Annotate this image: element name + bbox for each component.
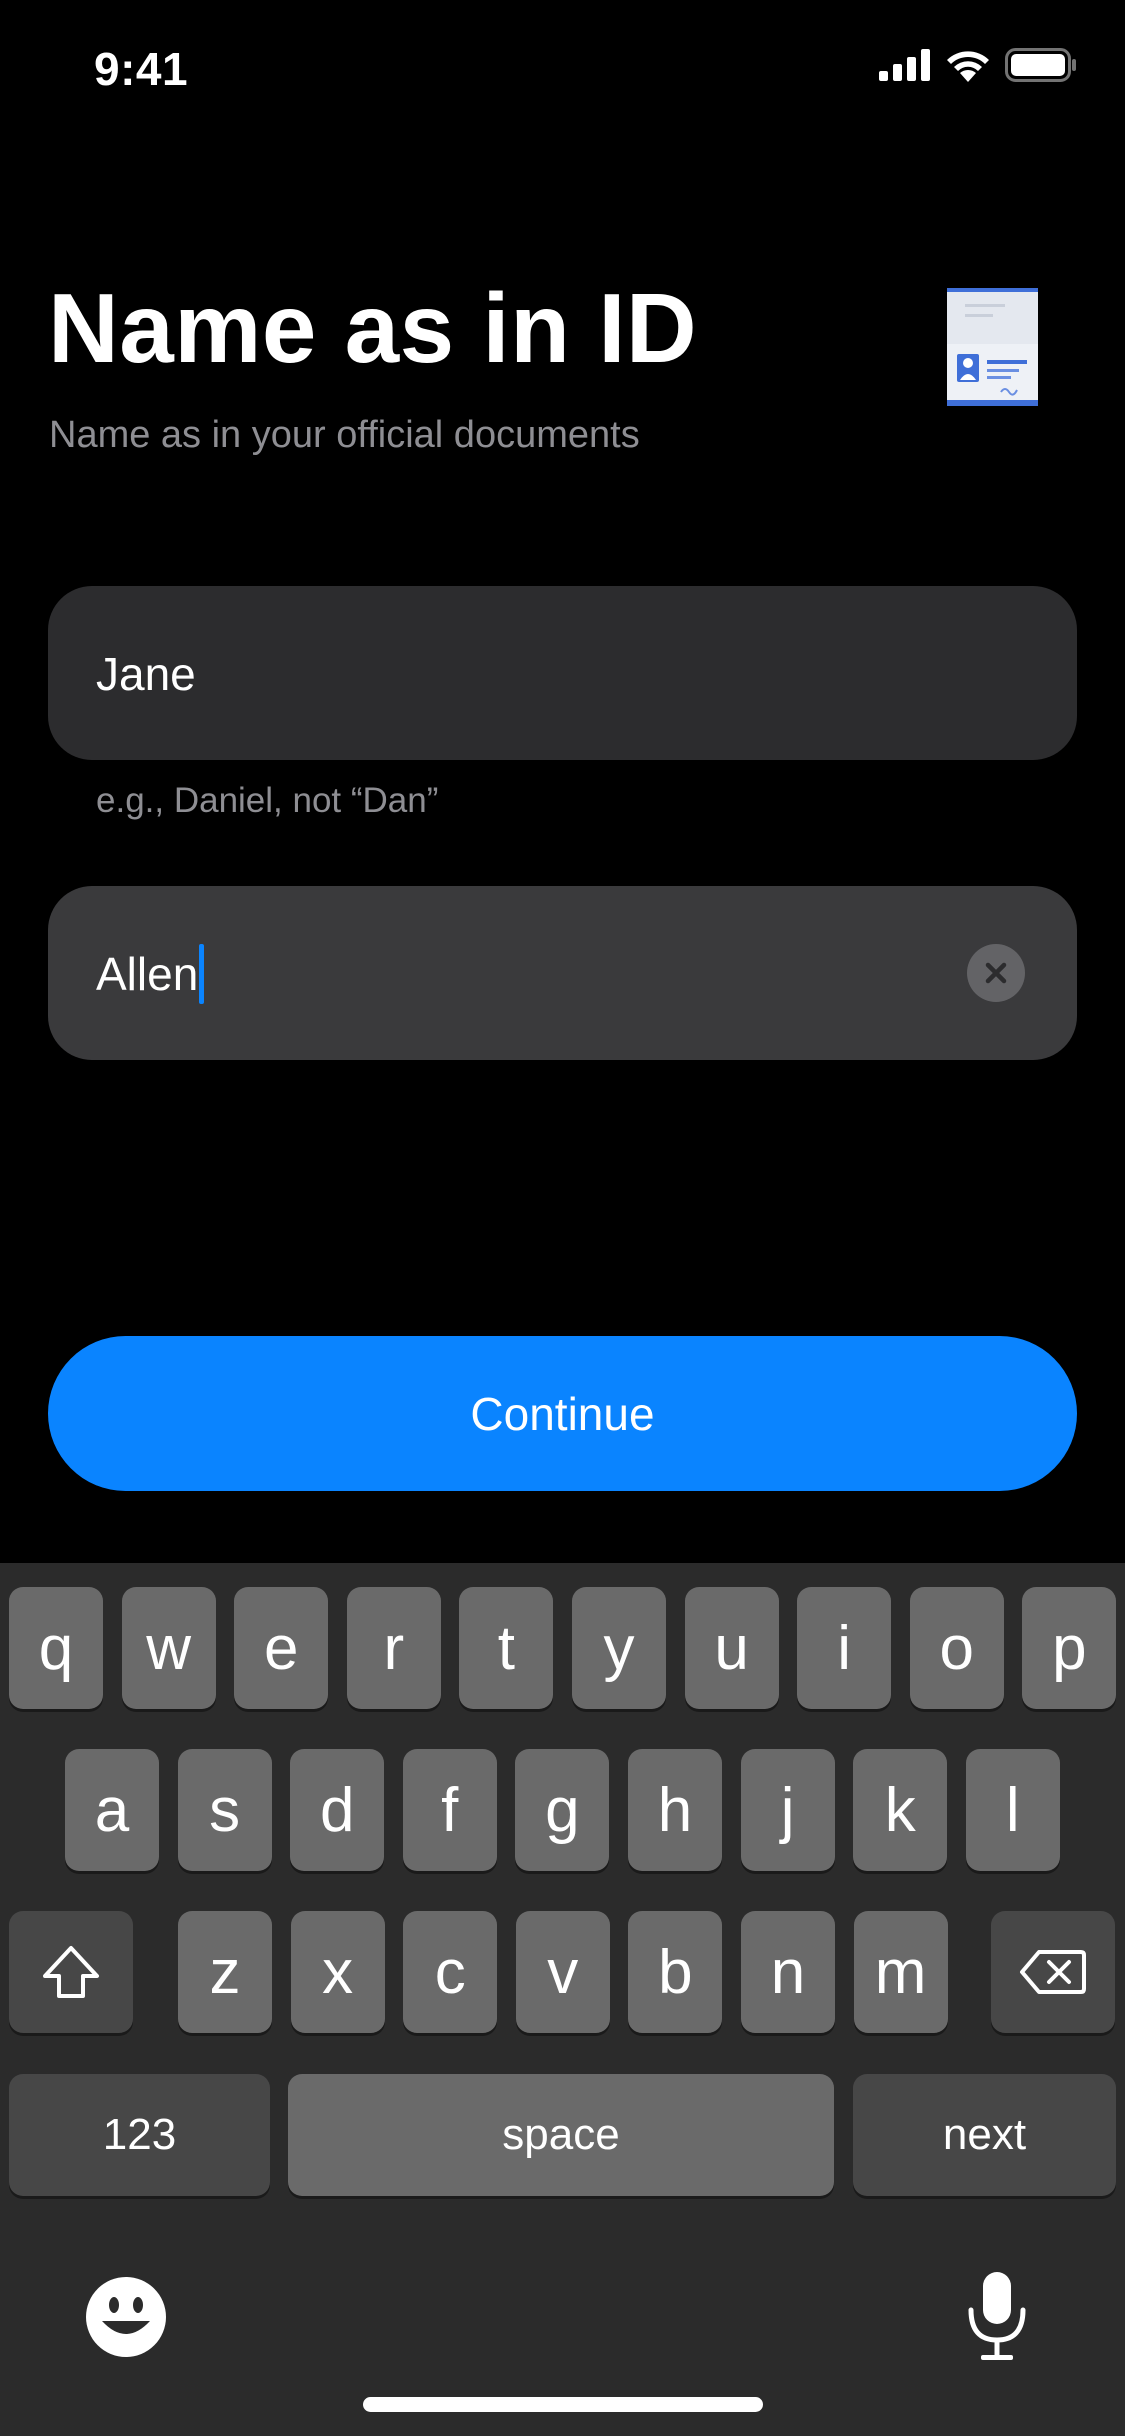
key-d[interactable]: d (290, 1749, 385, 1871)
status-icons (879, 48, 1077, 82)
key-m[interactable]: m (853, 1911, 948, 2033)
wifi-icon (947, 51, 989, 82)
first-name-value: Jane (96, 648, 196, 700)
backspace-icon (1020, 1950, 1086, 1994)
status-time: 9:41 (94, 43, 189, 95)
shift-icon (43, 1946, 99, 1998)
page-subtitle: Name as in your official documents (49, 414, 640, 456)
key-j[interactable]: j (740, 1749, 835, 1871)
shift-key[interactable] (9, 1911, 133, 2033)
battery-icon (1005, 48, 1076, 82)
key-i[interactable]: i (797, 1587, 892, 1709)
key-b[interactable]: b (628, 1911, 723, 2033)
key-n[interactable]: n (741, 1911, 835, 2033)
continue-button[interactable]: Continue (48, 1336, 1077, 1491)
key-w[interactable]: w (121, 1587, 216, 1709)
key-l[interactable]: l (965, 1749, 1060, 1871)
key-e[interactable]: e (234, 1587, 329, 1709)
key-x[interactable]: x (290, 1911, 385, 2033)
key-q[interactable]: q (9, 1587, 103, 1709)
key-o[interactable]: o (909, 1587, 1004, 1709)
keyboard: qwertyuiop asdfghjkl zxcvbnm 123 space n… (0, 1563, 1125, 2436)
clear-icon (985, 962, 1007, 984)
page-title: Name as in ID (48, 273, 698, 383)
next-key[interactable]: next (853, 2074, 1116, 2196)
signal-icon (879, 49, 930, 81)
key-f[interactable]: f (402, 1749, 497, 1871)
key-s[interactable]: s (177, 1749, 272, 1871)
microphone-icon[interactable] (965, 2270, 1029, 2362)
status-bar: 9:41 (0, 0, 1125, 132)
key-a[interactable]: a (65, 1749, 159, 1871)
text-cursor (199, 944, 205, 1004)
last-name-field[interactable]: Allen (48, 886, 1077, 1060)
key-h[interactable]: h (628, 1749, 722, 1871)
home-indicator (363, 2397, 763, 2412)
first-name-field[interactable]: Jane (48, 586, 1077, 760)
last-name-value: Allen (96, 948, 199, 1000)
space-key[interactable]: space (288, 2074, 834, 2196)
key-z[interactable]: z (178, 1911, 272, 2033)
key-p[interactable]: p (1022, 1587, 1117, 1709)
key-k[interactable]: k (853, 1749, 948, 1871)
key-r[interactable]: r (346, 1587, 441, 1709)
key-u[interactable]: u (684, 1587, 779, 1709)
key-g[interactable]: g (515, 1749, 610, 1871)
key-t[interactable]: t (459, 1587, 554, 1709)
id-card-icon (947, 288, 1038, 406)
numbers-key[interactable]: 123 (9, 2074, 270, 2196)
emoji-icon[interactable] (84, 2275, 168, 2359)
backspace-key[interactable] (991, 1911, 1115, 2033)
last-name-input-wrap: Allen (96, 944, 205, 1004)
key-y[interactable]: y (572, 1587, 666, 1709)
key-v[interactable]: v (515, 1911, 610, 2033)
first-name-hint: e.g., Daniel, not “Dan” (96, 781, 439, 820)
clear-button[interactable] (967, 944, 1025, 1002)
key-c[interactable]: c (403, 1911, 498, 2033)
